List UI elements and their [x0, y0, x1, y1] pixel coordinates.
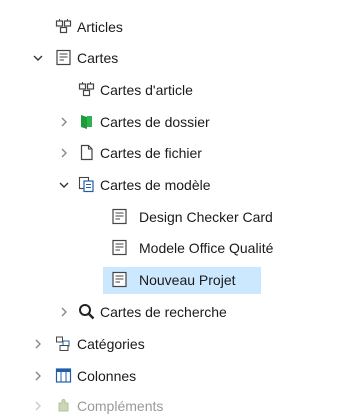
- chevron-right-icon[interactable]: [32, 338, 44, 350]
- tree-item-label: Colonnes: [77, 368, 137, 384]
- tree-item-complements[interactable]: Compléments: [0, 392, 345, 420]
- tree-item-modele-office-qualite[interactable]: Modele Office Qualité: [0, 234, 345, 262]
- tree-item-colonnes[interactable]: Colonnes: [0, 362, 345, 390]
- tree-item-label: Catégories: [77, 336, 145, 352]
- tree-item-label: Compléments: [77, 398, 164, 414]
- file-card-icon: [78, 144, 95, 161]
- tree-item-label: Nouveau Projet: [139, 272, 236, 288]
- article-card-icon: [55, 18, 72, 35]
- tree-item-design-checker-card[interactable]: Design Checker Card: [0, 203, 345, 231]
- chevron-right-icon[interactable]: [32, 370, 44, 382]
- tree-item-cartes-recherche[interactable]: Cartes de recherche: [0, 298, 345, 326]
- tree-item-label: Cartes: [77, 50, 119, 66]
- tree-item-label: Cartes de recherche: [100, 304, 227, 320]
- tree-item-label: Cartes de fichier: [100, 145, 202, 161]
- tree-item-label: Modele Office Qualité: [139, 240, 274, 256]
- card-form-icon: [111, 271, 128, 288]
- columns-icon: [55, 367, 72, 384]
- tree-item-label: Cartes de modèle: [100, 177, 211, 193]
- chevron-down-icon[interactable]: [32, 52, 44, 64]
- tree-item-cartes-fichier[interactable]: Cartes de fichier: [0, 139, 345, 167]
- tree-item-cartes-modele[interactable]: Cartes de modèle: [0, 171, 345, 199]
- article-card-icon: [78, 81, 95, 98]
- tree-item-cartes-article[interactable]: Cartes d'article: [0, 76, 345, 104]
- tree-item-label: Articles: [77, 19, 123, 35]
- tree-view: Articles Cartes Cartes d'article Cartes …: [0, 0, 345, 414]
- card-form-icon: [55, 49, 72, 66]
- search-icon: [78, 303, 95, 320]
- chevron-down-icon[interactable]: [58, 179, 70, 191]
- chevron-right-icon[interactable]: [58, 306, 70, 318]
- tree-item-label: Cartes d'article: [100, 82, 193, 98]
- tree-item-label: Design Checker Card: [139, 209, 273, 225]
- categories-icon: [55, 335, 72, 352]
- tree-item-label: Cartes de dossier: [100, 114, 210, 130]
- folder-card-icon: [78, 113, 95, 130]
- tree-item-articles[interactable]: Articles: [0, 13, 345, 41]
- chevron-right-icon[interactable]: [58, 116, 70, 128]
- card-form-icon: [111, 239, 128, 256]
- tree-item-cartes[interactable]: Cartes: [0, 44, 345, 72]
- chevron-right-icon[interactable]: [58, 147, 70, 159]
- tree-item-categories[interactable]: Catégories: [0, 330, 345, 358]
- template-card-icon: [78, 176, 95, 193]
- card-form-icon: [111, 208, 128, 225]
- tree-item-nouveau-projet[interactable]: Nouveau Projet: [0, 266, 345, 294]
- addins-icon: [55, 397, 72, 414]
- tree-item-cartes-dossier[interactable]: Cartes de dossier: [0, 108, 345, 136]
- chevron-right-icon[interactable]: [32, 400, 44, 412]
